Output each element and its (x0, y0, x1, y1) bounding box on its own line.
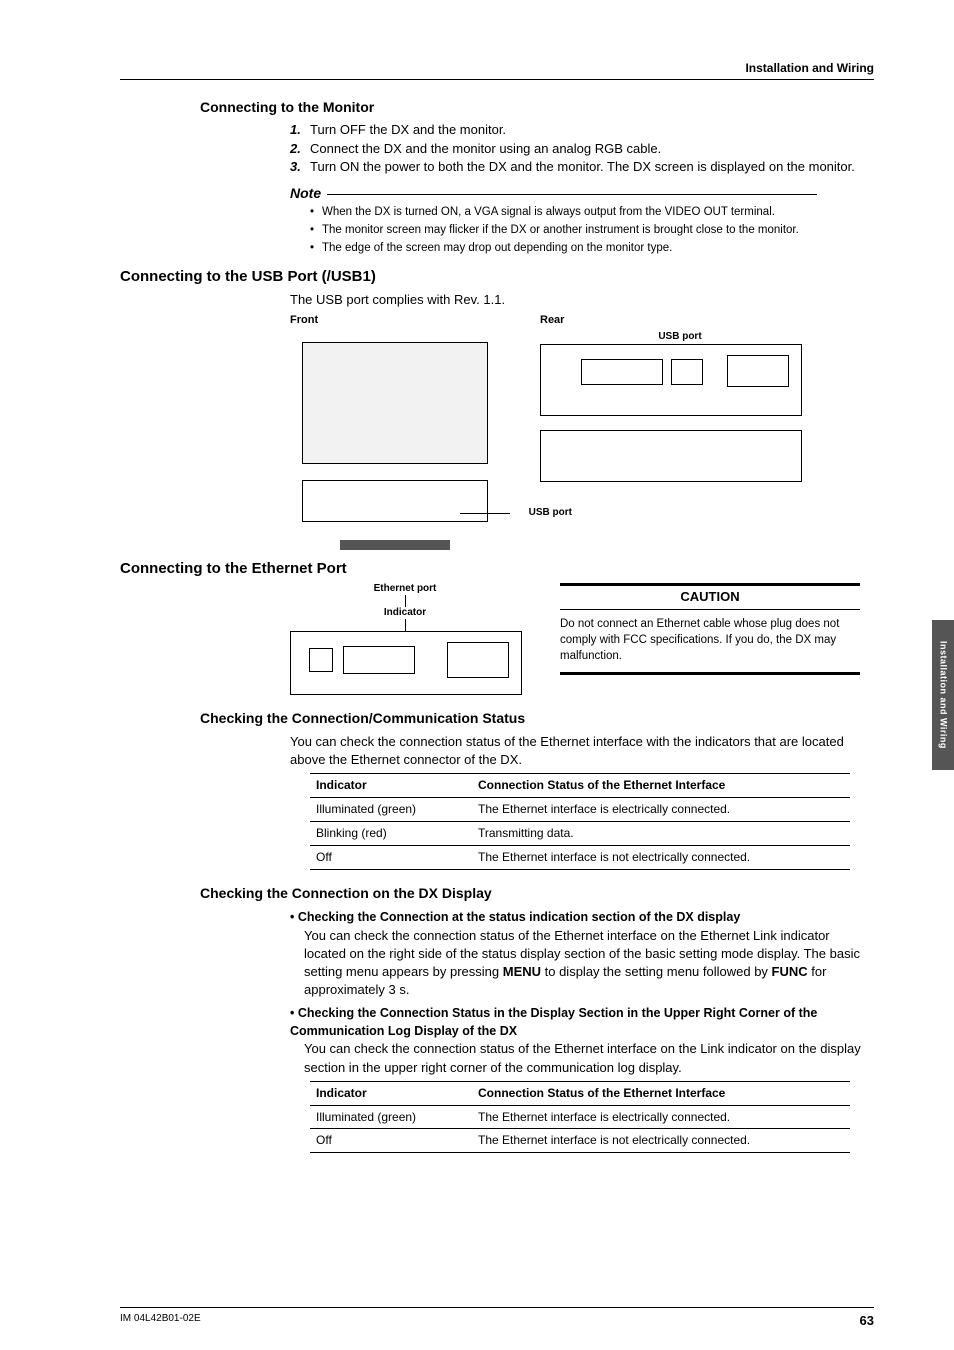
usb-figure-row: Front USB port Rear USB port (290, 313, 874, 540)
table-row: Illuminated (green)The Ethernet interfac… (310, 798, 850, 822)
ethernet-port-label: Ethernet port (290, 583, 520, 595)
page-number: 63 (860, 1312, 874, 1330)
step-3: Turn ON the power to both the DX and the… (310, 159, 855, 174)
heading-ethernet: Connecting to the Ethernet Port (120, 558, 874, 579)
monitor-steps: 1.Turn OFF the DX and the monitor. 2.Con… (290, 121, 874, 176)
page-footer: IM 04L42B01-02E 63 (120, 1307, 874, 1330)
note-2: The monitor screen may flicker if the DX… (322, 224, 799, 236)
note-1: When the DX is turned ON, a VGA signal i… (322, 206, 775, 218)
step-2: Connect the DX and the monitor using an … (310, 141, 661, 156)
note-heading: Note (290, 184, 874, 204)
caution-title: CAUTION (560, 583, 860, 609)
table-row: Illuminated (green)The Ethernet interfac… (310, 1105, 850, 1129)
rear-device-bottom-diagram (540, 430, 802, 482)
heading-check-display: Checking the Connection on the DX Displa… (200, 884, 874, 904)
step-1: Turn OFF the DX and the monitor. (310, 122, 506, 137)
caution-box: CAUTION Do not connect an Ethernet cable… (560, 583, 860, 674)
check-status-intro: You can check the connection status of t… (290, 733, 874, 769)
rear-usb-port-label: USB port (540, 330, 820, 344)
rear-device-top-diagram (540, 344, 802, 416)
doc-id: IM 04L42B01-02E (120, 1312, 201, 1330)
table-row: OffThe Ethernet interface is not electri… (310, 1129, 850, 1153)
bullet1-body: You can check the connection status of t… (304, 927, 874, 1000)
indicator-table-1: Indicator Connection Status of the Ether… (310, 773, 850, 869)
ethernet-device-diagram (290, 631, 522, 695)
heading-connect-monitor: Connecting to the Monitor (200, 98, 874, 118)
front-device-diagram: USB port (290, 330, 500, 540)
front-label: Front (290, 313, 500, 328)
front-usb-port-label: USB port (529, 506, 572, 520)
t2-head-1: Connection Status of the Ethernet Interf… (472, 1081, 850, 1105)
side-tab: Installation and Wiring (932, 620, 954, 770)
table-row: Blinking (red)Transmitting data. (310, 821, 850, 845)
caution-body: Do not connect an Ethernet cable whose p… (560, 616, 860, 675)
rear-label: Rear (540, 313, 820, 328)
bullet2-body: You can check the connection status of t… (304, 1040, 874, 1076)
usb-intro: The USB port complies with Rev. 1.1. (290, 291, 874, 309)
section-header: Installation and Wiring (120, 60, 874, 80)
heading-check-status: Checking the Connection/Communication St… (200, 709, 874, 729)
table-row: OffThe Ethernet interface is not electri… (310, 845, 850, 869)
ethernet-indicator-label: Indicator (290, 607, 520, 619)
t2-head-0: Indicator (310, 1081, 472, 1105)
t1-head-0: Indicator (310, 774, 472, 798)
bullet2-head: • Checking the Connection Status in the … (290, 1005, 874, 1040)
note-3: The edge of the screen may drop out depe… (322, 242, 672, 254)
bullet1-head: • Checking the Connection at the status … (290, 909, 874, 927)
indicator-table-2: Indicator Connection Status of the Ether… (310, 1081, 850, 1153)
t1-head-1: Connection Status of the Ethernet Interf… (472, 774, 850, 798)
note-list: •When the DX is turned ON, a VGA signal … (310, 204, 874, 256)
heading-usb: Connecting to the USB Port (/USB1) (120, 266, 874, 287)
